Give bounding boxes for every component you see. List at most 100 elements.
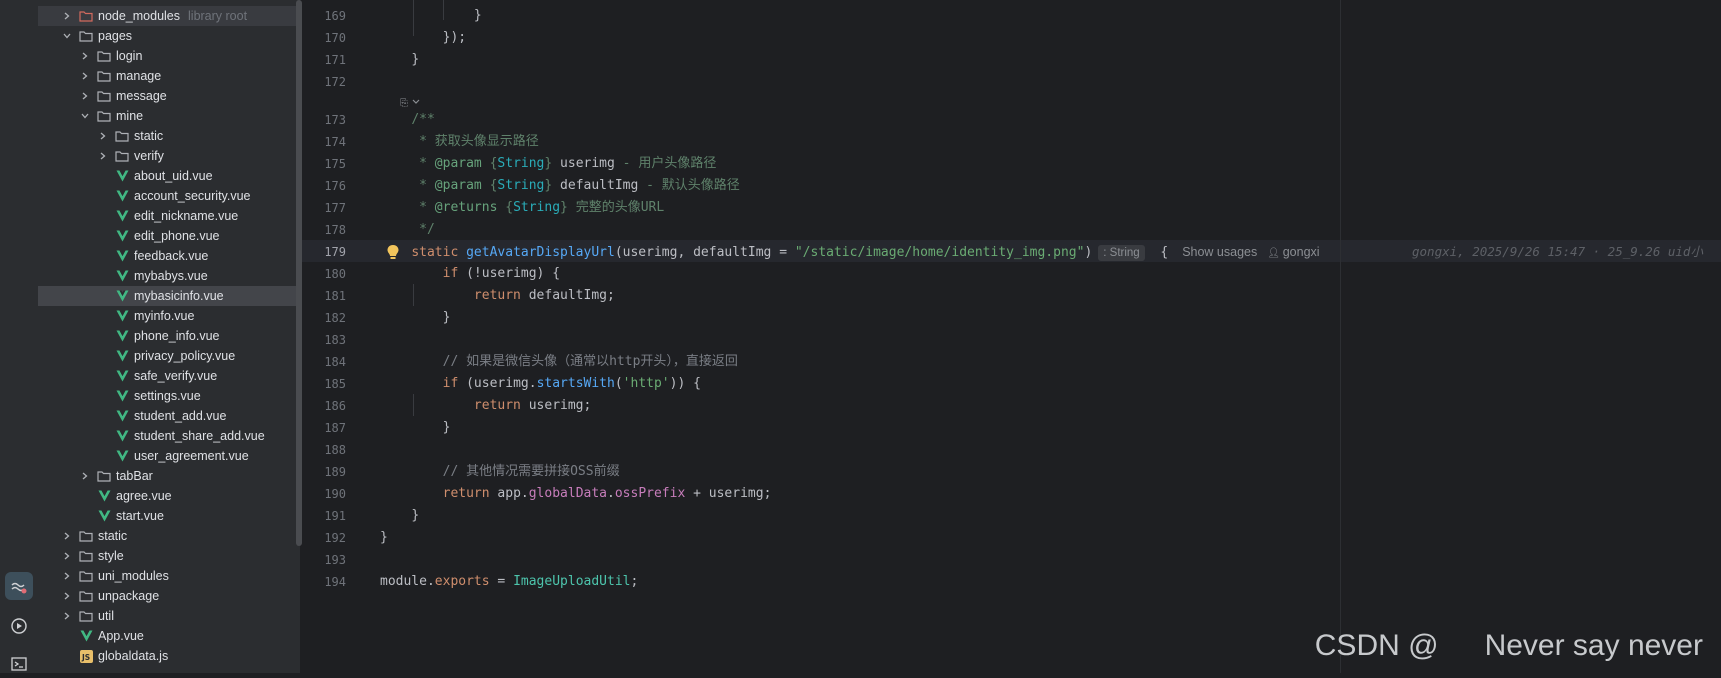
tree-item[interactable]: edit_phone.vue bbox=[38, 226, 296, 246]
tree-item[interactable]: phone_info.vue bbox=[38, 326, 296, 346]
tree-item[interactable]: message bbox=[38, 86, 296, 106]
line-number: 179 bbox=[324, 245, 346, 259]
code-token: } bbox=[411, 508, 420, 523]
tree-item[interactable]: mine bbox=[38, 106, 296, 126]
code-line[interactable]: module.exports = ImageUploadUtil; bbox=[380, 572, 638, 592]
chevron-right-icon[interactable] bbox=[78, 89, 92, 103]
code-line[interactable]: * @param {String} userimg - 用户头像路径 bbox=[380, 154, 716, 174]
tree-item[interactable]: user_agreement.vue bbox=[38, 446, 296, 466]
chevron-right-icon[interactable] bbox=[60, 589, 74, 603]
tree-item[interactable]: student_share_add.vue bbox=[38, 426, 296, 446]
code-line[interactable]: /** bbox=[380, 110, 434, 130]
show-usages-link[interactable]: Show usages bbox=[1182, 245, 1257, 259]
tree-item[interactable]: unpackage bbox=[38, 586, 296, 606]
code-line[interactable]: // 其他情况需要拼接OSS前缀 bbox=[380, 462, 620, 482]
code-line[interactable]: } bbox=[380, 6, 482, 26]
chevron-right-icon[interactable] bbox=[60, 9, 74, 23]
line-number: 174 bbox=[324, 135, 346, 149]
code-line[interactable]: }); bbox=[380, 28, 466, 48]
tree-item[interactable]: JS globaldata.js bbox=[38, 646, 296, 666]
tree-item[interactable]: account_security.vue bbox=[38, 186, 296, 206]
chevron-right-icon[interactable] bbox=[96, 129, 110, 143]
chevron-right-icon[interactable] bbox=[60, 569, 74, 583]
code-token: if bbox=[442, 266, 467, 281]
tree-item[interactable]: util bbox=[38, 606, 296, 626]
tree-item[interactable]: edit_nickname.vue bbox=[38, 206, 296, 226]
code-line[interactable]: * 获取头像显示路径 bbox=[380, 132, 539, 152]
chevron-right-icon[interactable] bbox=[60, 609, 74, 623]
chevron-right-icon[interactable] bbox=[60, 529, 74, 543]
tree-item[interactable]: start.vue bbox=[38, 506, 296, 526]
code-token: } bbox=[411, 52, 420, 67]
tree-item[interactable]: pages bbox=[38, 26, 296, 46]
code-editor[interactable]: ⎘ 169 } 170 }); 171 } 172 173 /** 174 * 获取头像显… bbox=[302, 0, 1721, 673]
code-line[interactable]: } bbox=[380, 418, 451, 438]
folder-icon bbox=[96, 108, 112, 124]
tree-item[interactable]: node_modules library root bbox=[38, 6, 296, 26]
vue-file-icon bbox=[114, 308, 130, 324]
code-line[interactable]: } bbox=[380, 528, 388, 548]
code-line[interactable]: return defaultImg; bbox=[380, 286, 615, 306]
run-icon[interactable] bbox=[5, 612, 33, 640]
code-line[interactable]: static getAvatarDisplayUrl(userimg, defa… bbox=[380, 242, 1320, 262]
code-line[interactable]: } bbox=[380, 506, 419, 526]
tree-item[interactable]: tabBar bbox=[38, 466, 296, 486]
tree-item[interactable]: safe_verify.vue bbox=[38, 366, 296, 386]
tree-item[interactable]: login bbox=[38, 46, 296, 66]
tree-item[interactable]: App.vue bbox=[38, 626, 296, 646]
tree-item[interactable]: uni_modules bbox=[38, 566, 296, 586]
tree-item[interactable]: static bbox=[38, 126, 296, 146]
tree-item[interactable]: agree.vue bbox=[38, 486, 296, 506]
author-hint[interactable]: 👤︎ gongxi bbox=[1267, 245, 1319, 259]
code-token: - 用户头像路径 bbox=[614, 156, 717, 171]
code-line[interactable]: } bbox=[380, 50, 419, 70]
chevron-right-icon[interactable] bbox=[96, 149, 110, 163]
chevron-right-icon[interactable] bbox=[60, 549, 74, 563]
code-token: * bbox=[380, 156, 435, 171]
tree-item-label: manage bbox=[116, 69, 162, 83]
code-line[interactable]: } bbox=[380, 308, 451, 328]
tree-item-label: node_modules bbox=[98, 9, 181, 23]
code-token: . bbox=[607, 486, 615, 501]
code-line[interactable]: if (!userimg) { bbox=[380, 264, 560, 284]
code-line[interactable]: if (userimg.startsWith('http')) { bbox=[380, 374, 701, 394]
tree-item-label: uni_modules bbox=[98, 569, 169, 583]
ai-assistant-icon[interactable] bbox=[5, 572, 33, 600]
code-line[interactable]: * @param {String} defaultImg - 默认头像路径 bbox=[380, 176, 740, 196]
chevron-right-icon[interactable] bbox=[78, 469, 92, 483]
folder-icon bbox=[78, 548, 94, 564]
terminal-icon[interactable] bbox=[5, 650, 33, 678]
code-line[interactable]: * @returns {String} 完整的头像URL bbox=[380, 198, 664, 218]
code-line[interactable]: */ bbox=[380, 220, 435, 240]
chevron-down-icon[interactable] bbox=[78, 109, 92, 123]
git-blame-annotation[interactable]: gongxi, 2025/9/26 15:47 · 25_9.26 uid小 bbox=[1412, 241, 1703, 260]
line-number: 170 bbox=[324, 31, 346, 45]
tree-item[interactable]: mybasicinfo.vue bbox=[38, 286, 296, 306]
tree-item[interactable]: settings.vue bbox=[38, 386, 296, 406]
code-token: + userimg; bbox=[685, 486, 772, 501]
tree-item[interactable]: student_add.vue bbox=[38, 406, 296, 426]
chevron-right-icon[interactable] bbox=[78, 49, 92, 63]
tree-item[interactable]: myinfo.vue bbox=[38, 306, 296, 326]
tree-item[interactable]: about_uid.vue bbox=[38, 166, 296, 186]
tree-item[interactable]: verify bbox=[38, 146, 296, 166]
code-line[interactable]: // 如果是微信头像（通常以http开头），直接返回 bbox=[380, 352, 738, 372]
chevron-right-icon[interactable] bbox=[78, 69, 92, 83]
code-line[interactable]: return app.globalData.ossPrefix + userim… bbox=[380, 484, 772, 504]
tree-item[interactable]: privacy_policy.vue bbox=[38, 346, 296, 366]
code-line[interactable]: return userimg; bbox=[380, 396, 591, 416]
tree-item[interactable]: manage bbox=[38, 66, 296, 86]
vue-file-icon bbox=[114, 428, 130, 444]
tree-item[interactable]: mybabys.vue bbox=[38, 266, 296, 286]
tree-item[interactable]: static bbox=[38, 526, 296, 546]
tree-item[interactable]: feedback.vue bbox=[38, 246, 296, 266]
tree-item-label: myinfo.vue bbox=[134, 309, 195, 323]
tree-item[interactable]: style bbox=[38, 546, 296, 566]
chevron-down-icon[interactable] bbox=[60, 29, 74, 43]
